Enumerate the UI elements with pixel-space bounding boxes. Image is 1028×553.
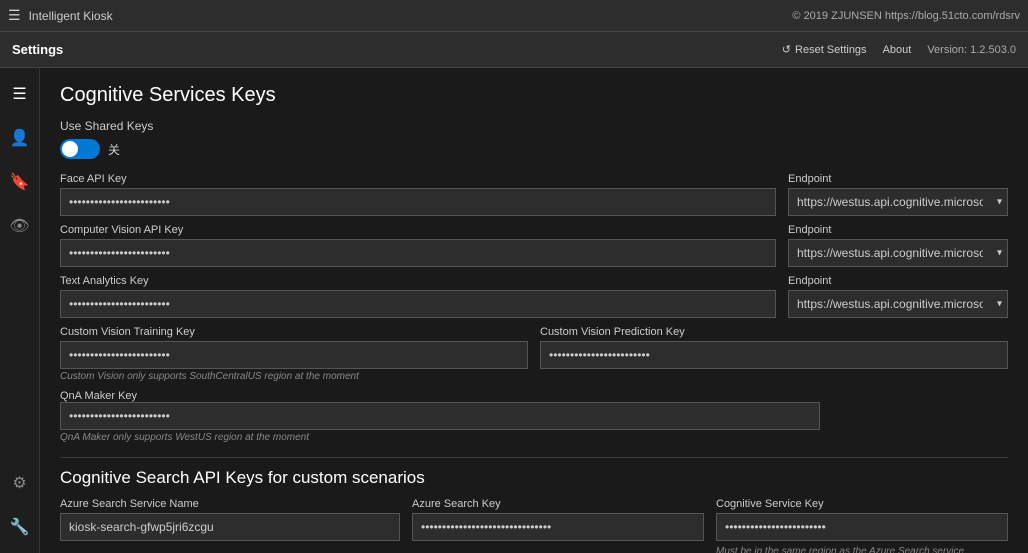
use-shared-keys-label: Use Shared Keys — [60, 119, 1008, 133]
text-analytics-endpoint-group: Endpoint https://westus.api.cognitive.mi… — [788, 275, 1008, 318]
reset-settings-button[interactable]: ↺ Reset Settings — [782, 43, 867, 56]
sidebar-icon-bookmark[interactable]: 🔖 — [2, 164, 38, 200]
azure-search-key-group: Azure Search Key — [412, 498, 704, 553]
computer-vision-key-group: Computer Vision API Key — [60, 224, 776, 267]
azure-search-name-group: Azure Search Service Name — [60, 498, 400, 553]
custom-vision-hint: Custom Vision only supports SouthCentral… — [60, 371, 1008, 382]
toggle-knob — [62, 141, 78, 157]
custom-vision-prediction-label: Custom Vision Prediction Key — [540, 326, 1008, 338]
title-bar: ☰ Intelligent Kiosk © 2019 ZJUNSEN https… — [0, 0, 1028, 32]
sidebar-icon-menu[interactable]: ☰ — [2, 76, 38, 112]
nav-bar: Settings ↺ Reset Settings About Version:… — [0, 32, 1028, 68]
azure-search-name-input[interactable] — [60, 513, 400, 541]
sidebar-bottom: ⚙ 🔧 — [2, 465, 38, 553]
sidebar-icon-user[interactable]: 👤 — [2, 120, 38, 156]
reset-label: Reset Settings — [795, 44, 867, 56]
text-analytics-key-label: Text Analytics Key — [60, 275, 776, 287]
toggle-state-label: 关 — [108, 141, 120, 158]
cognitive-service-key-group: Cognitive Service Key Must be in the sam… — [716, 498, 1008, 553]
custom-vision-row: Custom Vision Training Key Custom Vision… — [60, 326, 1008, 369]
page-title: Cognitive Services Keys — [60, 84, 1008, 107]
computer-vision-endpoint-group: Endpoint https://westus.api.cognitive.mi… — [788, 224, 1008, 267]
content-area: Cognitive Services Keys Use Shared Keys … — [40, 68, 1028, 553]
computer-vision-endpoint-wrapper: https://westus.api.cognitive.microsoft.c… — [788, 239, 1008, 267]
cognitive-search-title: Cognitive Search API Keys for custom sce… — [60, 468, 1008, 488]
text-analytics-row: Text Analytics Key Endpoint https://west… — [60, 275, 1008, 318]
face-api-endpoint-label: Endpoint — [788, 173, 1008, 185]
cognitive-service-key-hint: Must be in the same region as the Azure … — [716, 546, 1008, 553]
text-analytics-key-input[interactable] — [60, 290, 776, 318]
text-analytics-endpoint-select[interactable]: https://westus.api.cognitive.microsoft.c… — [788, 290, 1008, 318]
text-analytics-endpoint-wrapper: https://westus.api.cognitive.microsoft.c… — [788, 290, 1008, 318]
hamburger-icon[interactable]: ☰ — [8, 7, 21, 24]
sidebar-icon-gear[interactable]: ⚙ — [2, 465, 38, 501]
cognitive-service-key-input[interactable] — [716, 513, 1008, 541]
shared-keys-toggle[interactable] — [60, 139, 100, 159]
azure-search-name-label: Azure Search Service Name — [60, 498, 400, 510]
face-api-endpoint-select-wrapper: https://westus.api.cognitive.microsoft.c… — [788, 188, 1008, 216]
computer-vision-endpoint-select[interactable]: https://westus.api.cognitive.microsoft.c… — [788, 239, 1008, 267]
text-analytics-key-group: Text Analytics Key — [60, 275, 776, 318]
custom-vision-prediction-group: Custom Vision Prediction Key — [540, 326, 1008, 369]
custom-vision-prediction-input[interactable] — [540, 341, 1008, 369]
computer-vision-key-input[interactable] — [60, 239, 776, 267]
main-layout: ☰ 👤 🔖 👁 ⚙ 🔧 Cognitive Services Keys Use … — [0, 68, 1028, 553]
custom-vision-training-label: Custom Vision Training Key — [60, 326, 528, 338]
toggle-row: 关 — [60, 139, 1008, 159]
sidebar-icon-wrench[interactable]: 🔧 — [2, 509, 38, 545]
about-button[interactable]: About — [883, 44, 912, 56]
text-analytics-endpoint-label: Endpoint — [788, 275, 1008, 287]
face-api-key-label: Face API Key — [60, 173, 776, 185]
search-row: Azure Search Service Name Azure Search K… — [60, 498, 1008, 553]
custom-vision-training-group: Custom Vision Training Key — [60, 326, 528, 369]
face-api-row: Face API Key Endpoint https://westus.api… — [60, 173, 1008, 216]
custom-vision-training-input[interactable] — [60, 341, 528, 369]
computer-vision-endpoint-label: Endpoint — [788, 224, 1008, 236]
nav-bar-right: ↺ Reset Settings About Version: 1.2.503.… — [782, 43, 1016, 56]
nav-bar-left: Settings — [12, 42, 63, 57]
face-api-endpoint-select[interactable]: https://westus.api.cognitive.microsoft.c… — [788, 188, 1008, 216]
about-label: About — [883, 44, 912, 56]
sidebar: ☰ 👤 🔖 👁 ⚙ 🔧 — [0, 68, 40, 553]
azure-search-key-label: Azure Search Key — [412, 498, 704, 510]
version-text: Version: 1.2.503.0 — [927, 44, 1016, 56]
qna-maker-hint: QnA Maker only supports WestUS region at… — [60, 432, 1008, 443]
reset-icon: ↺ — [782, 43, 791, 56]
settings-nav-title: Settings — [12, 42, 63, 57]
sidebar-icon-eye[interactable]: 👁 — [2, 208, 38, 244]
title-bar-copyright: © 2019 ZJUNSEN https://blog.51cto.com/rd… — [792, 10, 1020, 22]
computer-vision-row: Computer Vision API Key Endpoint https:/… — [60, 224, 1008, 267]
face-api-endpoint-group: Endpoint https://westus.api.cognitive.mi… — [788, 173, 1008, 216]
computer-vision-key-label: Computer Vision API Key — [60, 224, 776, 236]
cognitive-service-key-label: Cognitive Service Key — [716, 498, 1008, 510]
azure-search-key-input[interactable] — [412, 513, 704, 541]
title-bar-left: ☰ Intelligent Kiosk — [8, 7, 113, 24]
face-api-key-group: Face API Key — [60, 173, 776, 216]
section-separator — [60, 457, 1008, 458]
app-name: Intelligent Kiosk — [29, 9, 113, 23]
qna-maker-row: QnA Maker Key — [60, 390, 1008, 430]
qna-maker-key-input[interactable] — [60, 402, 820, 430]
qna-maker-key-label: QnA Maker Key — [60, 390, 1008, 402]
face-api-key-input[interactable] — [60, 188, 776, 216]
